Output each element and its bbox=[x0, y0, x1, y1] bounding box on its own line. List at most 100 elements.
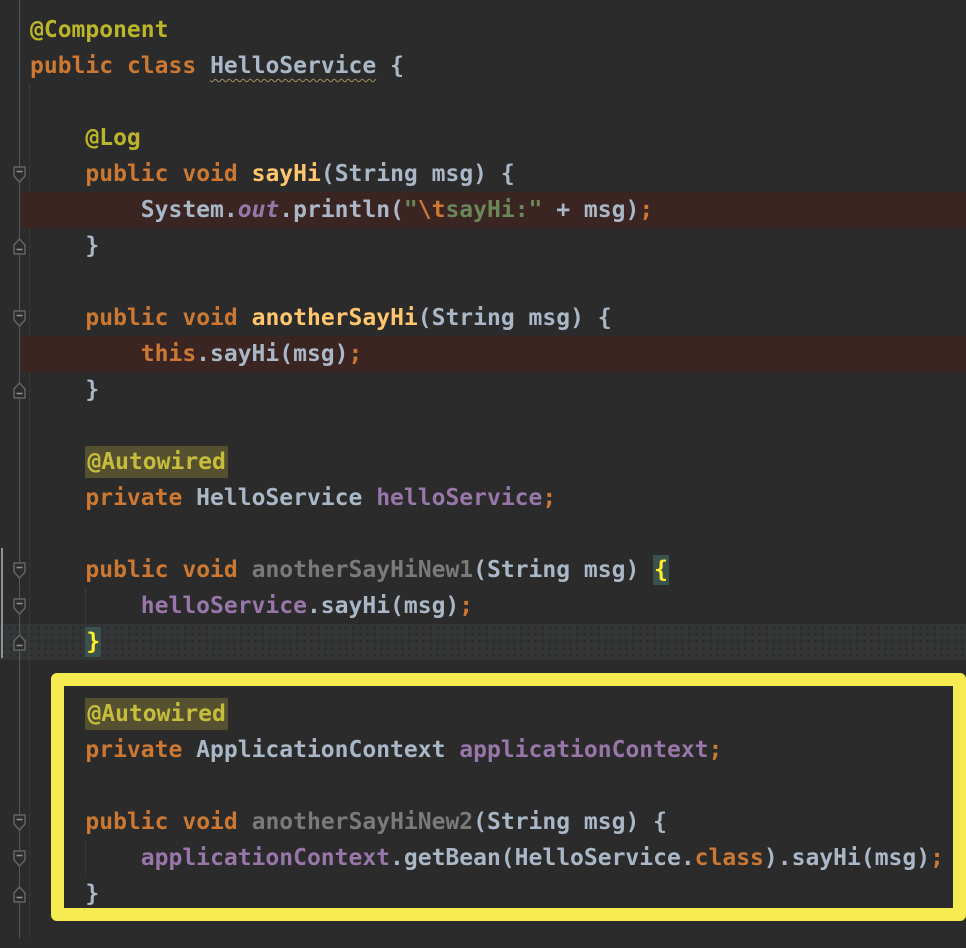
code-token: public bbox=[30, 53, 114, 79]
code-line[interactable]: private ApplicationContext applicationCo… bbox=[22, 732, 966, 768]
code-token: ; bbox=[459, 593, 474, 619]
code-token: HelloService bbox=[210, 53, 377, 79]
code-token: (String msg) { bbox=[417, 305, 612, 331]
code-token: public bbox=[85, 305, 169, 331]
code-line[interactable] bbox=[22, 912, 966, 948]
code-line[interactable]: public void anotherSayHi(String msg) { bbox=[22, 300, 966, 336]
code-line[interactable] bbox=[22, 768, 966, 804]
code-token: + msg) bbox=[542, 197, 640, 223]
code-token: { bbox=[376, 53, 404, 79]
code-token: ).sayHi(msg) bbox=[763, 845, 931, 871]
code-token: private bbox=[85, 737, 183, 763]
code-token: .sayHi(msg) bbox=[306, 593, 460, 619]
code-token: \t bbox=[417, 197, 446, 223]
code-line[interactable]: System.out.println("\tsayHi:" + msg); bbox=[22, 192, 966, 228]
code-line[interactable]: } bbox=[22, 624, 966, 660]
code-token: { bbox=[653, 555, 670, 585]
code-line[interactable]: public void sayHi(String msg) { bbox=[22, 156, 966, 192]
code-token: ; bbox=[639, 197, 654, 223]
code-token: (String msg) { bbox=[473, 809, 668, 835]
code-token: sayHi bbox=[251, 161, 321, 187]
code-token: .getBean(HelloService. bbox=[390, 845, 695, 871]
code-token: @Autowired bbox=[85, 446, 228, 478]
code-token: public bbox=[85, 161, 169, 187]
code-token: .sayHi(msg) bbox=[196, 341, 349, 367]
code-line[interactable] bbox=[22, 264, 966, 300]
code-token: anotherSayHiNew2 bbox=[251, 809, 474, 835]
code-token: out bbox=[237, 197, 280, 223]
code-token: } bbox=[30, 377, 100, 403]
code-token: @Component bbox=[30, 17, 169, 43]
code-line[interactable] bbox=[22, 516, 966, 552]
code-token: public bbox=[85, 809, 169, 835]
code-token: void bbox=[182, 557, 238, 583]
code-token: applicationContext bbox=[459, 737, 709, 763]
code-token: private bbox=[85, 485, 183, 511]
code-line[interactable]: public void anotherSayHiNew1(String msg)… bbox=[22, 552, 966, 588]
code-line[interactable]: @Autowired bbox=[22, 696, 966, 732]
code-line[interactable]: applicationContext.getBean(HelloService.… bbox=[22, 840, 966, 876]
code-line[interactable]: @Autowired bbox=[22, 444, 966, 480]
code-line[interactable]: } bbox=[22, 372, 966, 408]
code-line[interactable]: public class HelloService { bbox=[22, 48, 966, 84]
code-token: ; bbox=[930, 845, 944, 871]
code-line[interactable]: @Log bbox=[22, 120, 966, 156]
code-token: ; bbox=[348, 341, 363, 367]
code-token: helloService bbox=[140, 593, 307, 619]
code-token: System. bbox=[30, 197, 238, 223]
code-line[interactable]: } bbox=[22, 228, 966, 264]
code-token: ApplicationContext bbox=[182, 737, 460, 763]
code-token: anotherSayHi bbox=[251, 305, 418, 331]
code-token: @Log bbox=[85, 125, 141, 151]
code-line[interactable] bbox=[22, 660, 966, 696]
code-token: helloService bbox=[376, 485, 543, 511]
code-token: ; bbox=[542, 485, 557, 511]
code-editor[interactable]: @Component public class HelloService { @L… bbox=[0, 0, 966, 938]
code-line[interactable]: private HelloService helloService; bbox=[22, 480, 966, 516]
code-line[interactable]: helloService.sayHi(msg); bbox=[22, 588, 966, 624]
code-token: (String msg) bbox=[473, 557, 654, 583]
code-line[interactable]: this.sayHi(msg); bbox=[22, 336, 966, 372]
code-token: @Autowired bbox=[85, 698, 228, 730]
code-line[interactable]: @Component bbox=[22, 12, 966, 48]
code-token: } bbox=[85, 627, 102, 657]
code-token: ; bbox=[708, 737, 723, 763]
code-line[interactable] bbox=[22, 84, 966, 120]
code-line[interactable]: } bbox=[22, 876, 966, 912]
code-token: void bbox=[182, 305, 238, 331]
code-token: " bbox=[403, 197, 418, 223]
gutter-fold-line bbox=[19, 0, 20, 938]
code-token: void bbox=[182, 161, 238, 187]
code-token: applicationContext bbox=[140, 845, 391, 871]
code-token: anotherSayHiNew1 bbox=[251, 557, 474, 583]
code-token: } bbox=[30, 881, 100, 907]
code-area[interactable]: @Component public class HelloService { @L… bbox=[22, 12, 966, 948]
code-token: void bbox=[182, 809, 238, 835]
code-token: class bbox=[126, 53, 197, 79]
code-token: public bbox=[85, 557, 169, 583]
code-line[interactable]: public void anotherSayHiNew2(String msg)… bbox=[22, 804, 966, 840]
code-token: this bbox=[140, 341, 197, 367]
code-line[interactable] bbox=[22, 408, 966, 444]
